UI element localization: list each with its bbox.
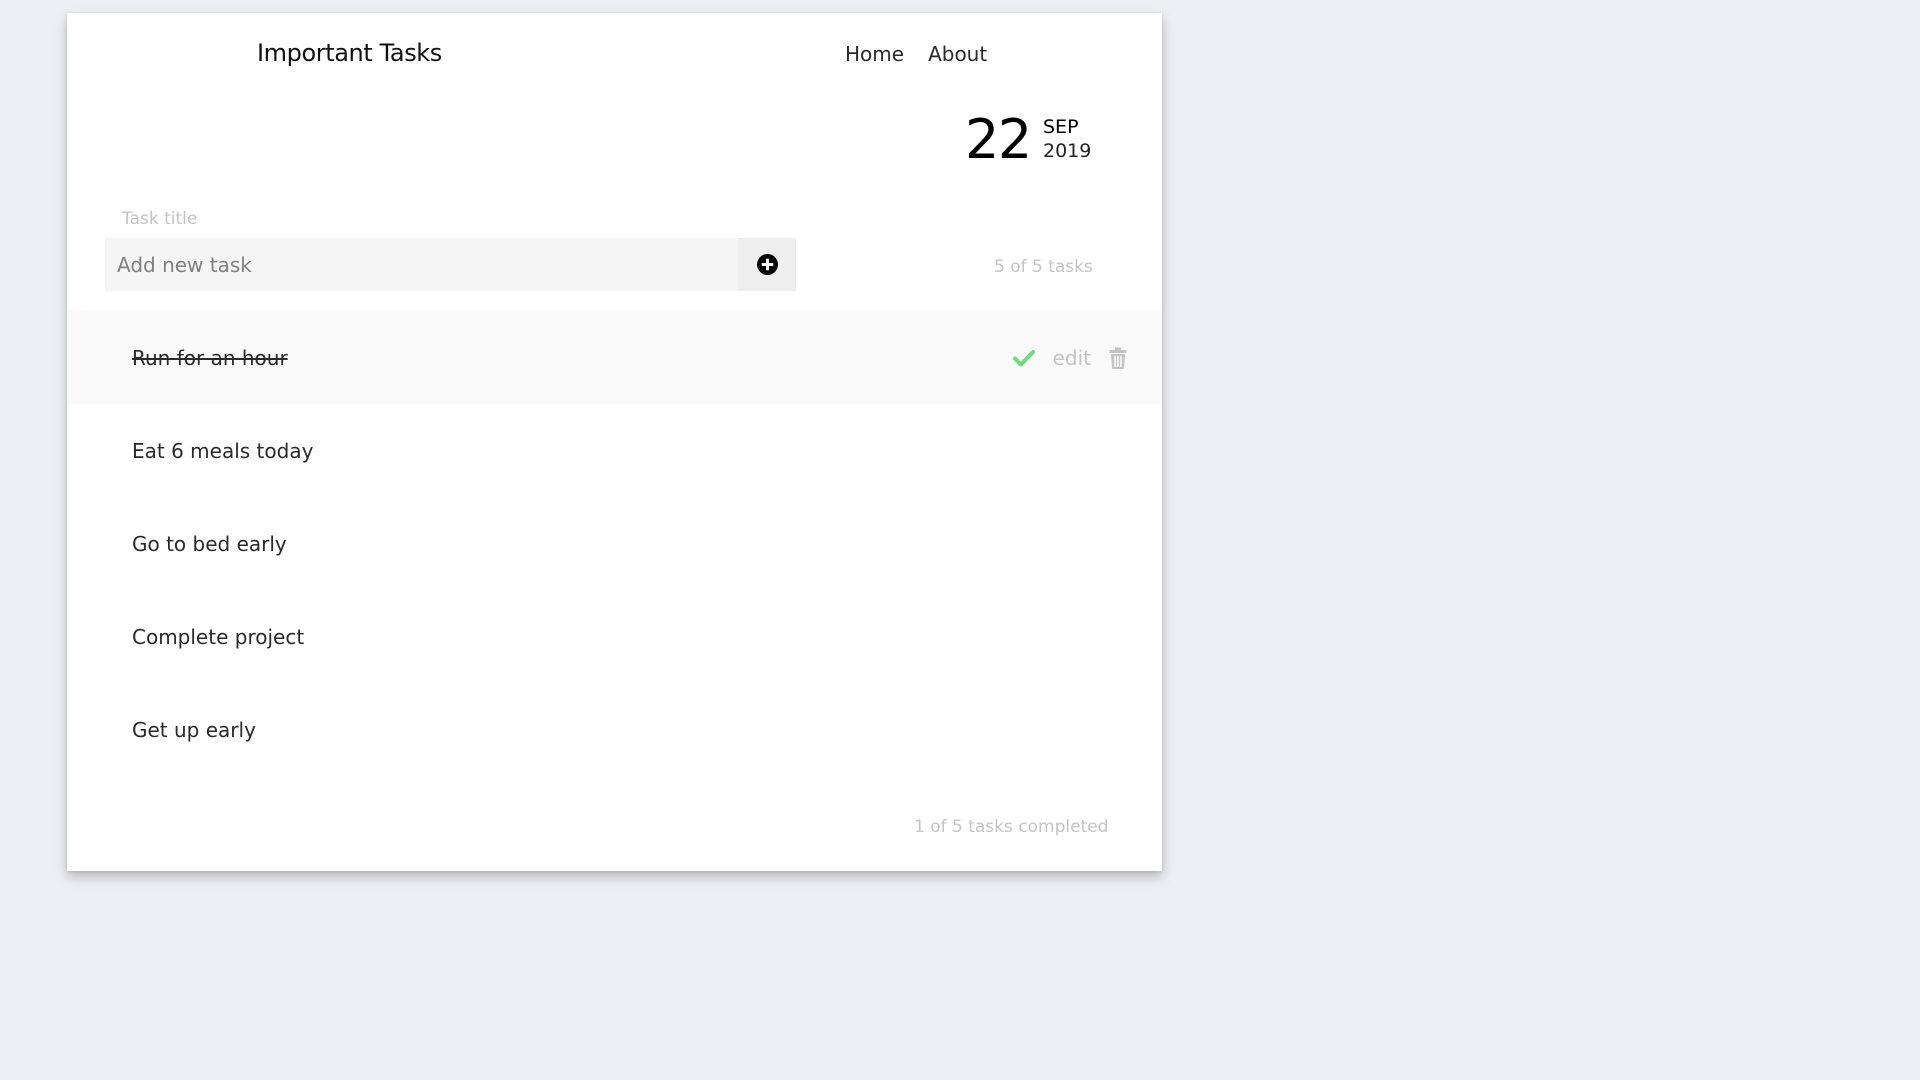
date-month: SEP xyxy=(1043,116,1079,138)
task-title: Eat 6 meals today xyxy=(132,438,314,463)
task-title: Run for an hour xyxy=(132,345,288,370)
date-year: 2019 xyxy=(1043,140,1092,162)
check-icon xyxy=(1012,349,1035,366)
task-row[interactable]: Complete project xyxy=(67,590,1162,683)
completed-summary: 1 of 5 tasks completed xyxy=(914,817,1109,837)
date-day: 22 xyxy=(965,108,1032,171)
edit-task-button[interactable]: edit xyxy=(1053,346,1091,370)
nav-home-link[interactable]: Home xyxy=(845,42,904,66)
task-title: Go to bed early xyxy=(132,531,287,556)
add-task-form xyxy=(105,238,796,291)
complete-task-button[interactable] xyxy=(1012,349,1035,367)
main-nav: Home About xyxy=(845,42,987,66)
new-task-input[interactable] xyxy=(105,238,738,291)
delete-task-button[interactable] xyxy=(1109,347,1127,369)
task-row[interactable]: Eat 6 meals today xyxy=(67,404,1162,497)
task-actions: edit xyxy=(1012,311,1127,404)
app-title: Important Tasks xyxy=(257,39,442,67)
task-card: Important Tasks Home About 22 SEP 2019 T… xyxy=(67,13,1162,871)
add-task-button[interactable] xyxy=(738,238,796,291)
nav-about-link[interactable]: About xyxy=(928,42,987,66)
task-row[interactable]: Go to bed early xyxy=(67,497,1162,590)
task-title: Complete project xyxy=(132,624,305,649)
task-row[interactable]: Get up early xyxy=(67,683,1162,776)
task-title: Get up early xyxy=(132,717,256,742)
task-row[interactable]: Run for an hour edit xyxy=(67,311,1162,404)
task-title-label: Task title xyxy=(122,209,198,229)
task-count: 5 of 5 tasks xyxy=(994,257,1093,277)
task-list: Run for an hour edit Eat 6 meals today G… xyxy=(67,311,1162,776)
trash-icon xyxy=(1109,347,1127,369)
plus-circle-icon xyxy=(756,254,778,275)
